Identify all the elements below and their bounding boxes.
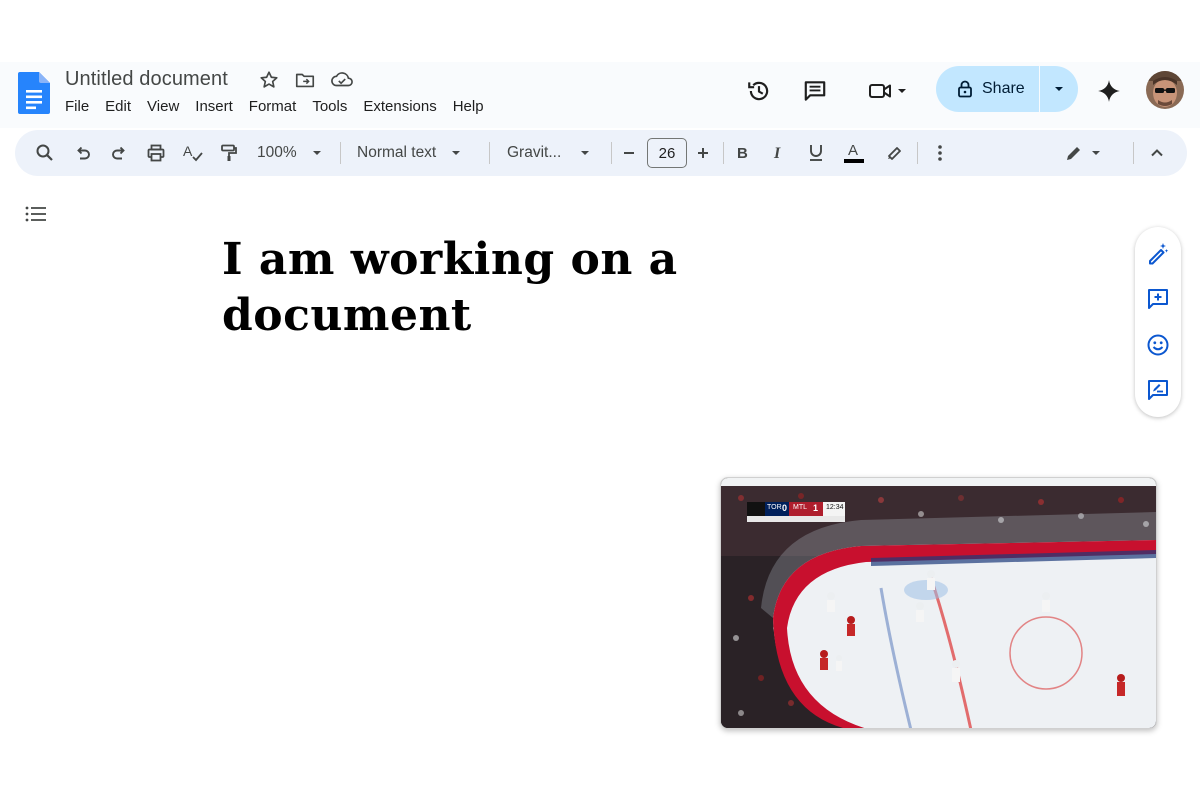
meet-button[interactable] (862, 76, 914, 106)
version-history-icon[interactable] (744, 76, 774, 106)
toolbar-divider (340, 142, 341, 164)
chevron-down-icon (450, 147, 462, 159)
search-icon[interactable] (31, 130, 59, 176)
add-comment-icon[interactable] (1146, 287, 1170, 311)
decrease-font-size-button[interactable] (617, 130, 641, 176)
menu-format[interactable]: Format (249, 98, 305, 115)
docs-logo-icon[interactable] (18, 72, 50, 114)
menu-view[interactable]: View (147, 98, 187, 115)
side-actions-panel (1135, 227, 1181, 417)
font-size-input[interactable]: 26 (647, 138, 687, 168)
formatting-toolbar: A 100% Normal text Gravit... 26 B I A (15, 130, 1187, 176)
svg-text:B: B (737, 145, 748, 162)
toolbar-divider (611, 142, 612, 164)
svg-text:A: A (848, 142, 858, 159)
undo-icon[interactable] (69, 130, 97, 176)
share-button[interactable]: Share (936, 66, 1039, 112)
suggest-edit-icon[interactable] (1146, 378, 1170, 402)
pip-video-player[interactable]: TOR 0 MTL 1 12:34 (720, 477, 1157, 729)
share-button-group: Share (936, 66, 1078, 112)
paragraph-style-select[interactable]: Normal text (357, 130, 477, 176)
zoom-select[interactable]: 100% (257, 130, 331, 176)
collapse-icon[interactable] (1145, 130, 1169, 176)
increase-font-size-button[interactable] (691, 130, 715, 176)
toolbar-divider (917, 142, 918, 164)
menu-tools[interactable]: Tools (312, 98, 355, 115)
header: Untitled document File Edit View Insert … (0, 62, 1200, 128)
text-color-icon[interactable]: A (841, 130, 867, 176)
edit-mode-icon (1064, 143, 1084, 163)
italic-icon[interactable]: I (767, 130, 791, 176)
share-label: Share (982, 80, 1025, 97)
menu-file[interactable]: File (65, 98, 97, 115)
chevron-down-icon (1052, 82, 1066, 96)
home-score: 1 (813, 503, 819, 513)
print-icon[interactable] (142, 130, 170, 176)
game-clock: 12:34 (826, 504, 844, 511)
toolbar-divider (1133, 142, 1134, 164)
bold-icon[interactable]: B (731, 130, 755, 176)
zoom-value: 100% (257, 144, 297, 161)
more-icon[interactable] (929, 130, 951, 176)
paragraph-style-value: Normal text (357, 144, 437, 161)
menu-extensions[interactable]: Extensions (363, 98, 444, 115)
chevron-down-icon (895, 84, 909, 98)
paint-format-icon[interactable] (215, 130, 243, 176)
svg-text:A: A (183, 143, 193, 159)
move-folder-icon[interactable] (294, 69, 316, 91)
away-team: TOR (767, 504, 782, 511)
underline-icon[interactable] (804, 130, 828, 176)
document-heading[interactable]: I am working on a document (222, 232, 862, 344)
title-actions (258, 68, 354, 92)
chevron-down-icon (311, 147, 323, 159)
menu-help[interactable]: Help (453, 98, 492, 115)
avatar[interactable] (1146, 71, 1184, 109)
star-icon[interactable] (258, 69, 280, 91)
spellcheck-icon[interactable]: A (179, 130, 207, 176)
font-family-select[interactable]: Gravit... (507, 130, 597, 176)
redo-icon[interactable] (105, 130, 133, 176)
svg-text:I: I (773, 145, 781, 162)
cloud-saved-icon[interactable] (330, 69, 354, 91)
menu-insert[interactable]: Insert (195, 98, 241, 115)
lock-icon (956, 79, 974, 99)
gemini-icon[interactable] (1094, 76, 1124, 106)
edit-mode-button[interactable] (1061, 130, 1105, 176)
toolbar-divider (723, 142, 724, 164)
share-options-button[interactable] (1040, 66, 1078, 112)
outline-icon[interactable] (24, 204, 48, 224)
emoji-reaction-icon[interactable] (1146, 333, 1170, 357)
scoreboard-overlay: TOR 0 MTL 1 12:34 (747, 502, 845, 522)
meet-icon (867, 79, 895, 103)
chevron-down-icon (579, 147, 591, 159)
font-family-value: Gravit... (507, 144, 562, 161)
docs-app: Untitled document File Edit View Insert … (0, 62, 1200, 738)
away-score: 0 (782, 503, 788, 513)
chevron-down-icon (1090, 147, 1102, 159)
toolbar-divider (489, 142, 490, 164)
menu-edit[interactable]: Edit (105, 98, 139, 115)
highlight-icon[interactable] (881, 130, 907, 176)
home-team: MTL (793, 504, 807, 511)
document-title[interactable]: Untitled document (65, 68, 228, 91)
comments-icon[interactable] (800, 76, 830, 106)
menu-bar: File Edit View Insert Format Tools Exten… (65, 98, 500, 115)
help-me-create-icon[interactable] (1146, 241, 1170, 265)
